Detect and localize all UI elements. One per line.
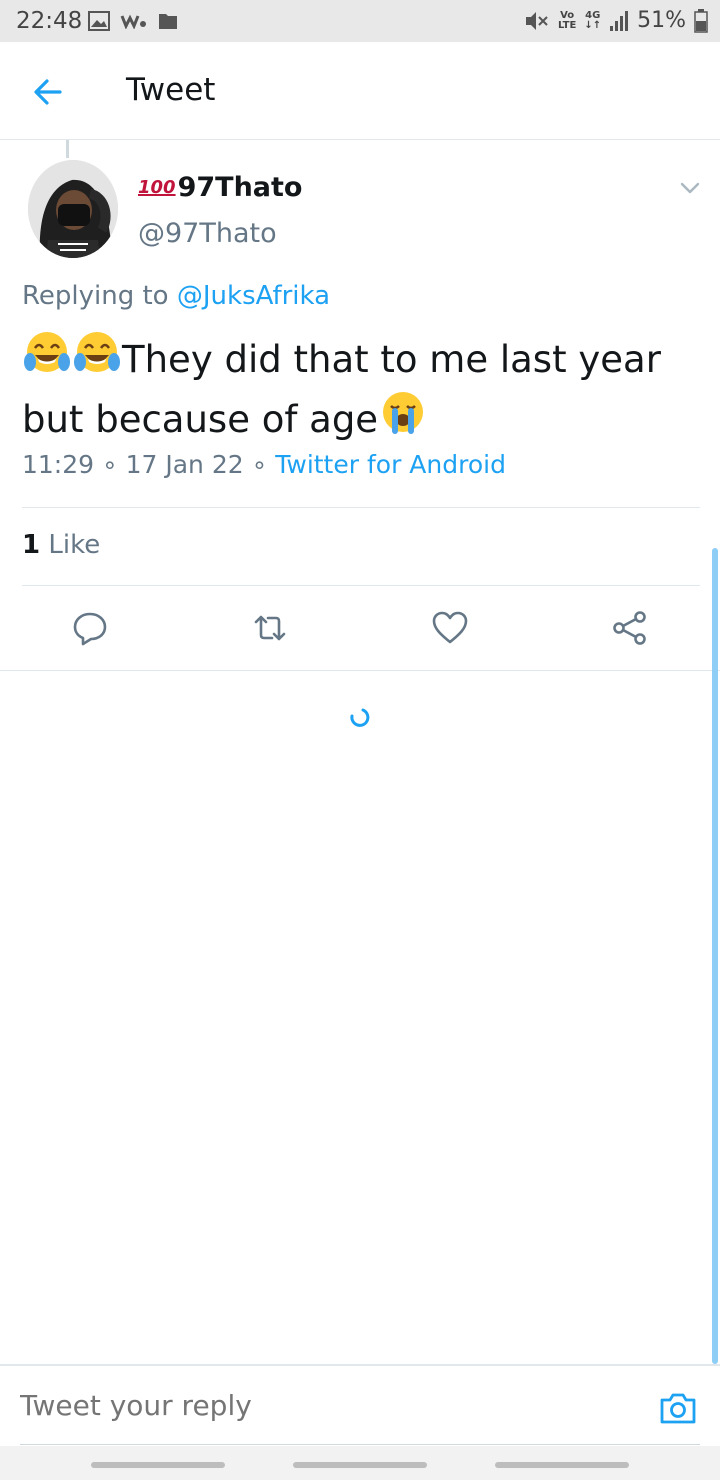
app-header: Tweet: [0, 42, 720, 140]
camera-icon: [660, 1393, 696, 1424]
retweet-button[interactable]: [250, 608, 290, 648]
loudly-crying-emoji: [383, 392, 424, 434]
loading-spinner-icon: [350, 708, 370, 727]
nav-back-button[interactable]: [495, 1462, 629, 1468]
tears-of-joy-emoji: [74, 332, 120, 372]
hundred-points-emoji: 100: [138, 177, 176, 198]
replying-prefix: Replying to: [22, 281, 169, 311]
gallery-icon: [88, 11, 110, 31]
author-handle[interactable]: @97Thato: [138, 218, 277, 249]
status-notification-icons: [88, 11, 178, 31]
status-system-icons: Vo LTE 4G ↓↑ 51%: [524, 8, 708, 33]
retweet-icon: [254, 615, 286, 641]
likes-count: 1: [22, 530, 41, 560]
author-name-row[interactable]: 100 97Thato: [138, 172, 302, 203]
likes-label: Like: [48, 530, 101, 560]
divider: [0, 670, 720, 671]
signal-icon: [610, 10, 629, 31]
scrollbar[interactable]: [712, 548, 718, 1364]
tweet-text-line2: but because of age: [22, 398, 379, 441]
avatar[interactable]: [28, 160, 118, 258]
share-button[interactable]: [610, 608, 650, 648]
like-icon: [432, 611, 468, 644]
network-type-indicator: 4G ↓↑: [584, 9, 602, 31]
replying-to: Replying to @JuksAfrika: [22, 281, 330, 311]
reply-button[interactable]: [70, 608, 110, 648]
page-title: Tweet: [126, 72, 216, 108]
meta-separator: ∘: [102, 450, 118, 479]
replying-mention-link[interactable]: @JuksAfrika: [177, 281, 330, 311]
camera-button[interactable]: [658, 1388, 698, 1428]
tweet-date: 17 Jan 22: [125, 450, 244, 479]
tweet-options-button[interactable]: [676, 176, 704, 200]
author-display-name: 97Thato: [177, 172, 303, 203]
share-icon: [613, 611, 646, 645]
folder-icon: [159, 14, 177, 29]
tweet-text-line1: They did that to me last year: [122, 338, 661, 381]
like-button[interactable]: [430, 608, 470, 648]
system-nav-bar: [0, 1446, 720, 1480]
tweet-actions: [0, 596, 720, 660]
status-bar: 22:48 Vo LTE 4G ↓↑ 51%: [0, 0, 720, 42]
tweet-source-link[interactable]: Twitter for Android: [275, 450, 506, 479]
arrow-left-icon: [34, 79, 62, 105]
data-arrows: ↓↑: [584, 19, 602, 31]
battery-icon: [694, 8, 708, 33]
reply-input-underline: [20, 1444, 700, 1445]
avatar-image: [28, 160, 118, 258]
chevron-down-icon: [680, 182, 700, 194]
tears-of-joy-emoji: [24, 332, 70, 372]
tweet-text: They did that to me last year but becaus…: [22, 328, 712, 448]
reply-icon: [73, 612, 107, 646]
back-button[interactable]: [30, 74, 66, 110]
reply-bar: [0, 1364, 720, 1445]
thread-connector: [66, 140, 69, 158]
divider: [22, 585, 700, 586]
volte-indicator: Vo LTE: [557, 9, 577, 31]
battery-percent: 51%: [637, 8, 686, 33]
reply-input[interactable]: [20, 1380, 640, 1430]
walkman-icon: [120, 14, 146, 29]
nav-recents-button[interactable]: [91, 1462, 225, 1468]
tweet-meta: 11:29 ∘ 17 Jan 22 ∘ Twitter for Android: [22, 450, 506, 479]
meta-separator: ∘: [251, 450, 268, 479]
nav-home-button[interactable]: [293, 1462, 427, 1468]
vibrate-mute-icon: [525, 11, 548, 30]
tweet-time: 11:29: [22, 450, 95, 479]
likes-count-link[interactable]: 1 Like: [22, 530, 100, 560]
status-time: 22:48: [16, 8, 83, 34]
divider: [22, 507, 700, 508]
